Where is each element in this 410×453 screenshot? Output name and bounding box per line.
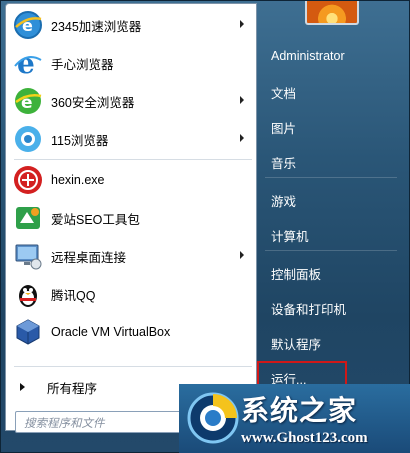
browser-115-icon [13,124,43,154]
submenu-arrow-icon[interactable] [240,134,244,142]
program-label: 2345加速浏览器 [51,19,142,34]
pinned-separator [14,159,252,160]
aizhan-seo-icon [13,203,43,233]
music-link[interactable]: 音乐 [271,153,296,172]
games-link[interactable]: 游戏 [271,191,296,210]
watermark-banner: 系统之家 www.Ghost123.com [179,384,410,453]
arrow-right-icon [20,383,25,391]
right-separator [265,250,397,251]
program-label: hexin.exe [51,173,105,187]
program-label: 手心浏览器 [51,57,114,72]
program-virtualbox[interactable]: Oracle VM VirtualBox [10,314,254,350]
submenu-arrow-icon[interactable] [240,20,244,28]
browser-360-icon: e [13,86,43,116]
program-label: 腾讯QQ [51,288,96,303]
ghost-logo-icon [185,390,241,446]
user-account-link[interactable]: Administrator [271,49,345,63]
qq-penguin-icon [13,279,43,309]
right-separator [265,177,397,178]
program-label: 360安全浏览器 [51,95,135,110]
program-360-browser[interactable]: e 360安全浏览器 [10,83,254,119]
program-label: Oracle VM VirtualBox [51,325,171,339]
virtualbox-icon [13,317,43,347]
submenu-arrow-icon[interactable] [240,251,244,259]
computer-link[interactable]: 计算机 [271,226,309,245]
program-label: 远程桌面连接 [51,250,127,265]
documents-link[interactable]: 文档 [271,83,296,102]
program-shouxin-browser[interactable]: e 手心浏览器 [10,45,254,81]
remote-desktop-icon [13,241,43,271]
pictures-link[interactable]: 图片 [271,118,296,137]
browser-shouxin-icon: e [13,47,43,80]
devices-printers-link[interactable]: 设备和打印机 [271,299,346,318]
program-aizhan-seo[interactable]: 爱站SEO工具包 [10,200,254,236]
program-hexin[interactable]: hexin.exe [10,162,254,198]
all-programs-separator [14,366,252,367]
watermark-title: 系统之家 [241,394,358,427]
user-avatar[interactable] [305,1,359,25]
program-remote-desktop[interactable]: 远程桌面连接 [10,238,254,274]
start-menu: e 2345加速浏览器 e 手心浏览器 e 360安全浏览器 115浏览器 he… [0,0,410,453]
svg-text:e: e [17,48,35,78]
browser-2345-icon: e [13,10,43,40]
program-label: 115浏览器 [51,133,109,148]
program-label: 爱站SEO工具包 [51,212,140,227]
program-tencent-qq[interactable]: 腾讯QQ [10,276,254,312]
default-programs-link[interactable]: 默认程序 [271,334,321,353]
watermark-url: www.Ghost123.com [241,430,368,446]
program-2345-browser[interactable]: e 2345加速浏览器 [10,7,254,43]
programs-panel: e 2345加速浏览器 e 手心浏览器 e 360安全浏览器 115浏览器 he… [5,3,257,431]
submenu-arrow-icon[interactable] [240,96,244,104]
all-programs-label: 所有程序 [47,381,98,396]
hexin-icon [13,165,43,195]
control-panel-link[interactable]: 控制面板 [271,264,321,283]
program-115-browser[interactable]: 115浏览器 [10,121,254,157]
